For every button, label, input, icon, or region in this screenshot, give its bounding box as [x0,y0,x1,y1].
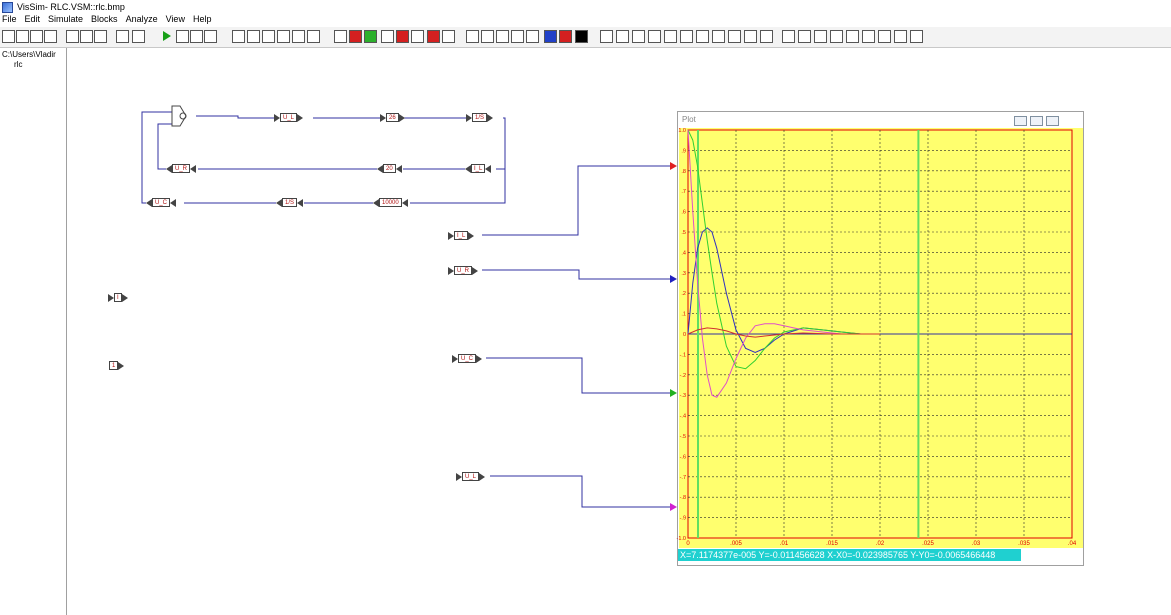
block-icon-36[interactable] [814,30,827,43]
block-icon-15[interactable] [466,30,479,43]
block-icon-19[interactable] [526,30,539,43]
plot-window-title: Plot [682,115,696,124]
maximize-icon[interactable] [1030,116,1043,126]
block-icon-37[interactable] [830,30,843,43]
block-icon-34[interactable] [782,30,795,43]
pause-icon[interactable] [176,30,189,43]
circuit-block-integrator-1[interactable]: 1/S [466,113,494,122]
cut-icon[interactable] [66,30,79,43]
block-icon-2[interactable] [247,30,260,43]
block-icon-27[interactable] [664,30,677,43]
block-icon-38[interactable] [846,30,859,43]
connector-icon[interactable] [116,30,129,43]
block-icon-9[interactable] [364,30,377,43]
block-icon-30[interactable] [712,30,725,43]
block-icon-40[interactable] [878,30,891,43]
title-bar: VisSim- RLC.VSM::rlc.bmp [0,0,1171,14]
block-icon-20[interactable] [544,30,557,43]
block-icon-7[interactable] [334,30,347,43]
block-icon-1[interactable] [232,30,245,43]
menu-blocks[interactable]: Blocks [91,14,118,27]
step-icon[interactable] [190,30,203,43]
block-icon-18[interactable] [511,30,524,43]
menu-file[interactable]: File [2,14,17,27]
minimize-icon[interactable] [1014,116,1027,126]
block-icon-23[interactable] [600,30,613,43]
circuit-block-u-r[interactable]: U_R [166,164,197,173]
block-icon-8[interactable] [349,30,362,43]
block-icon-17[interactable] [496,30,509,43]
block-icon-26[interactable] [648,30,661,43]
block-icon-31[interactable] [728,30,741,43]
project-tree: C:\Users\Vladir rlc [0,48,67,615]
misc-block-1[interactable]: I [108,293,128,302]
block-icon-21[interactable] [559,30,572,43]
block-icon-13[interactable] [427,30,440,43]
circuit-block-i-l[interactable]: I_L [465,164,492,173]
block-icon-25[interactable] [632,30,645,43]
output-block-u-r[interactable]: U_R [448,266,479,275]
block-icon-32[interactable] [744,30,757,43]
block-icon-33[interactable] [760,30,773,43]
block-icon-5[interactable] [292,30,305,43]
tree-root-item[interactable]: C:\Users\Vladir [2,50,56,59]
block-icon-22[interactable] [575,30,588,43]
block-icon-14[interactable] [442,30,455,43]
block-icon-16[interactable] [481,30,494,43]
output-block-u-l[interactable]: U_L [456,472,486,481]
print-icon[interactable] [44,30,57,43]
output-block-i-l[interactable]: I_L [448,231,475,240]
output-block-u-c[interactable]: U_C [452,354,483,363]
menu-bar: File Edit Simulate Blocks Analyze View H… [0,14,211,27]
block-icon-42[interactable] [910,30,923,43]
block-icon-6[interactable] [307,30,320,43]
wire-icon[interactable] [132,30,145,43]
block-icon-39[interactable] [862,30,875,43]
block-icon-3[interactable] [262,30,275,43]
circuit-block-u-l[interactable]: U_L [274,113,304,122]
circuit-block-gain-20[interactable]: 20 [377,164,402,173]
open-file-icon[interactable] [16,30,29,43]
paste-icon[interactable] [94,30,107,43]
cursor-readout: X=7.1174377e-005 Y=-0.011456628 X-X0=-0.… [678,549,1021,561]
menu-simulate[interactable]: Simulate [48,14,83,27]
block-icon-4[interactable] [277,30,290,43]
block-icon-41[interactable] [894,30,907,43]
const-block[interactable]: 1 [109,361,125,370]
tree-child-item[interactable]: rlc [14,60,22,69]
block-icon-29[interactable] [696,30,709,43]
block-icon-12[interactable] [411,30,424,43]
window-title: VisSim- RLC.VSM::rlc.bmp [17,2,125,12]
menu-analyze[interactable]: Analyze [126,14,158,27]
save-icon[interactable] [30,30,43,43]
block-icon-11[interactable] [396,30,409,43]
circuit-block-integrator-2[interactable]: 1/S [276,198,304,207]
block-icon-28[interactable] [680,30,693,43]
block-icon-24[interactable] [616,30,629,43]
menu-help[interactable]: Help [193,14,212,27]
block-icon-35[interactable] [798,30,811,43]
circuit-block-gain-26[interactable]: 26 [380,113,405,122]
close-icon[interactable] [1046,116,1059,126]
toolbar [0,27,1171,48]
summing-junction [179,112,187,120]
plot-window[interactable]: Plot [677,111,1084,566]
circuit-block-u-c[interactable]: U_C [146,198,177,207]
play-icon[interactable] [160,30,173,43]
menu-view[interactable]: View [166,14,185,27]
circuit-block-gain-10000[interactable]: 10000 [373,198,408,207]
block-icon-10[interactable] [381,30,394,43]
menu-edit[interactable]: Edit [25,14,41,27]
stop-icon[interactable] [204,30,217,43]
app-icon [2,1,13,13]
new-file-icon[interactable] [2,30,15,43]
copy-icon[interactable] [80,30,93,43]
